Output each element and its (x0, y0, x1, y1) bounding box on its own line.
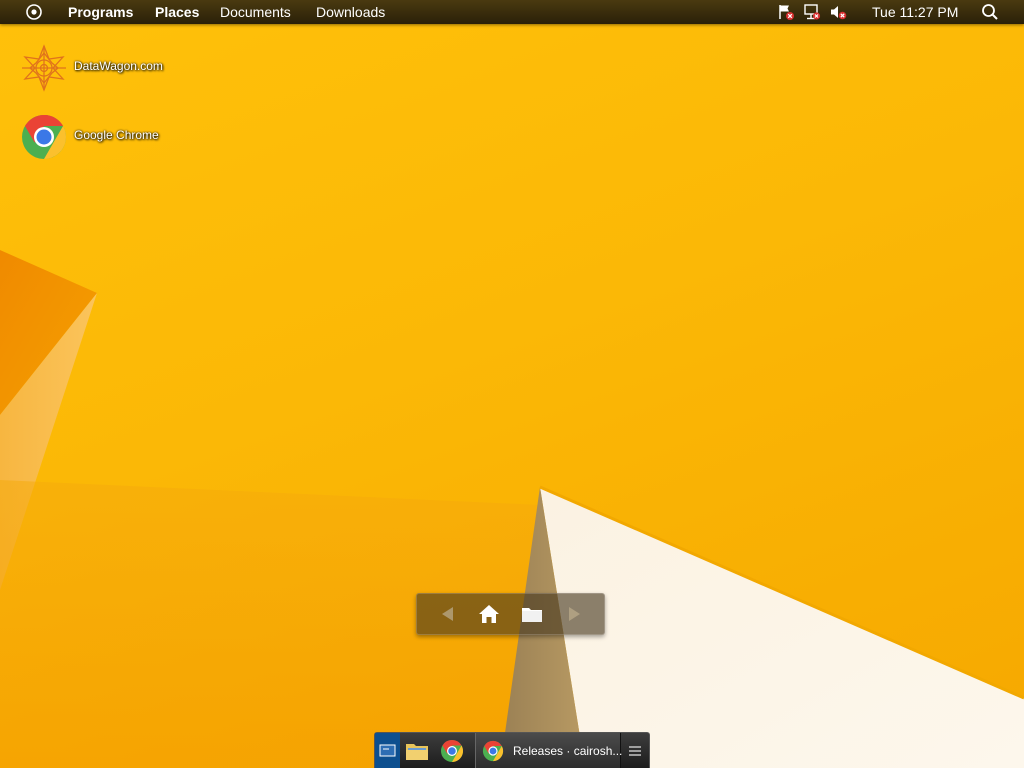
start-menu-button[interactable] (22, 0, 46, 24)
datawagon-logo-icon (22, 44, 66, 92)
taskbar-window-releases[interactable]: Releases · cairosh... (475, 733, 623, 768)
menu-places[interactable]: Places (155, 0, 199, 24)
start-menu-icon (26, 4, 42, 20)
show-desktop-button[interactable] (375, 733, 400, 768)
desktop-shortcut-label: Google Chrome (74, 128, 159, 142)
volume-muted-icon[interactable] (829, 3, 847, 21)
flag-alert-icon[interactable] (777, 3, 795, 21)
desktop: Programs Places Documents Downloads Tue … (0, 0, 1024, 768)
navigator-widget (416, 593, 605, 635)
top-panel: Programs Places Documents Downloads Tue … (0, 0, 1024, 24)
menu-programs[interactable]: Programs (68, 0, 133, 24)
menu-documents[interactable]: Documents (220, 0, 291, 24)
chrome-icon[interactable] (440, 739, 464, 763)
chrome-icon (22, 115, 66, 159)
hamburger-menu-icon[interactable] (625, 741, 645, 761)
desktop-shortcut-chrome[interactable]: Google Chrome (20, 113, 180, 163)
show-desktop-icon (379, 744, 396, 757)
taskbar: Releases · cairosh... (374, 732, 650, 768)
chrome-icon (482, 740, 504, 762)
clock[interactable]: Tue 11:27 PM (872, 0, 958, 24)
folder-icon[interactable] (520, 602, 544, 626)
network-disconnected-icon[interactable] (803, 3, 821, 21)
search-icon[interactable] (980, 2, 1000, 22)
desktop-shortcut-label: DataWagon.com (74, 59, 163, 73)
menu-downloads[interactable]: Downloads (316, 0, 385, 24)
file-manager-icon[interactable] (405, 739, 429, 763)
back-arrow-icon[interactable] (436, 602, 460, 626)
home-icon[interactable] (477, 602, 501, 626)
taskbar-window-label: Releases · cairosh... (513, 744, 623, 758)
desktop-shortcut-datawagon[interactable]: DataWagon.com (20, 44, 180, 94)
forward-arrow-icon[interactable] (562, 602, 586, 626)
